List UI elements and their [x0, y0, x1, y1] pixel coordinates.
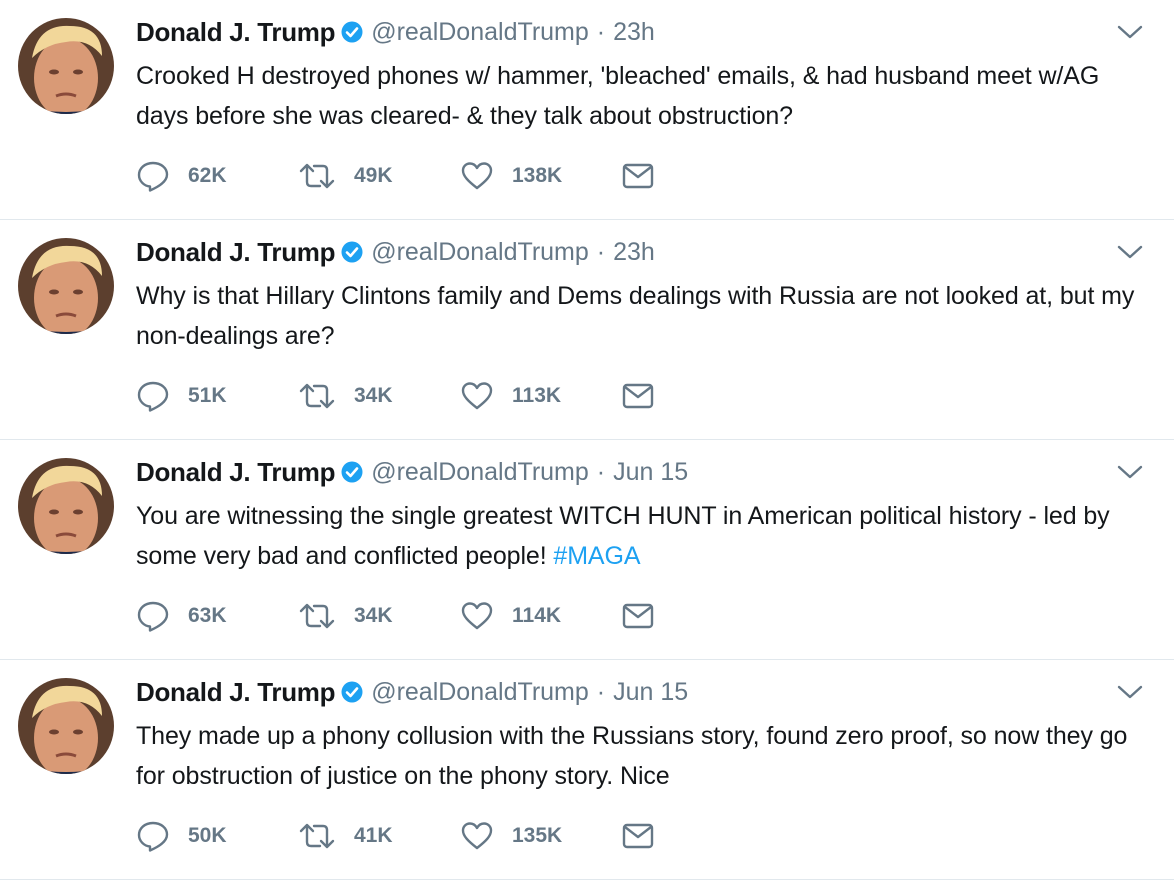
tweet-text: Why is that Hillary Clintons family and … [136, 276, 1156, 356]
reply-count: 62K [188, 164, 227, 187]
timestamp[interactable]: Jun 15 [613, 458, 688, 487]
reply-icon [136, 600, 170, 632]
separator: · [596, 237, 606, 266]
avatar[interactable] [18, 18, 114, 114]
like-button[interactable]: 113K [460, 381, 622, 411]
tweet-actions: 62K 49K 138K [136, 158, 654, 194]
direct-message-button[interactable] [622, 603, 654, 629]
direct-message-button[interactable] [622, 383, 654, 409]
like-count: 138K [512, 164, 563, 187]
separator: · [596, 457, 606, 486]
retweet-count: 49K [354, 164, 393, 187]
tweet-text: Crooked H destroyed phones w/ hammer, 'b… [136, 56, 1156, 136]
like-icon [460, 601, 494, 631]
author-handle[interactable]: @realDonaldTrump [371, 458, 589, 487]
like-button[interactable]: 138K [460, 161, 622, 191]
author-name[interactable]: Donald J. Trump [136, 457, 335, 488]
reply-icon [136, 380, 170, 412]
tweet-text: They made up a phony collusion with the … [136, 716, 1156, 796]
reply-button[interactable]: 63K [136, 600, 298, 632]
author-handle[interactable]: @realDonaldTrump [371, 678, 589, 707]
retweet-icon [298, 161, 336, 191]
reply-count: 51K [188, 384, 227, 407]
caret-down-icon[interactable] [1116, 462, 1144, 482]
like-icon [460, 381, 494, 411]
tweet-body: Crooked H destroyed phones w/ hammer, 'b… [136, 62, 1100, 130]
tweet[interactable]: Donald J. Trump @realDonaldTrump · 23h C… [0, 0, 1174, 220]
tweet-timeline: Donald J. Trump @realDonaldTrump · 23h C… [0, 0, 1174, 884]
like-icon [460, 821, 494, 851]
like-count: 114K [512, 604, 562, 627]
author-name[interactable]: Donald J. Trump [136, 677, 335, 708]
author-name[interactable]: Donald J. Trump [136, 237, 335, 268]
retweet-count: 34K [354, 604, 393, 627]
retweet-count: 41K [354, 824, 393, 847]
tweet-body: They made up a phony collusion with the … [136, 722, 1128, 790]
direct-message-icon [622, 603, 654, 629]
tweet-header: Donald J. Trump @realDonaldTrump · Jun 1… [136, 454, 688, 490]
tweet-header: Donald J. Trump @realDonaldTrump · 23h [136, 234, 655, 270]
reply-count: 63K [188, 604, 227, 627]
retweet-icon [298, 821, 336, 851]
like-count: 113K [512, 384, 562, 407]
timestamp[interactable]: Jun 15 [613, 678, 688, 707]
direct-message-icon [622, 823, 654, 849]
tweet-header: Donald J. Trump @realDonaldTrump · 23h [136, 14, 655, 50]
reply-icon [136, 820, 170, 852]
direct-message-button[interactable] [622, 163, 654, 189]
like-button[interactable]: 135K [460, 821, 622, 851]
tweet-actions: 51K 34K 113K [136, 378, 654, 414]
reply-button[interactable]: 50K [136, 820, 298, 852]
tweet-actions: 63K 34K 114K [136, 598, 654, 634]
tweet-text: You are witnessing the single greatest W… [136, 496, 1156, 576]
tweet-header: Donald J. Trump @realDonaldTrump · Jun 1… [136, 674, 688, 710]
caret-down-icon[interactable] [1116, 682, 1144, 702]
tweet[interactable]: Donald J. Trump @realDonaldTrump · 23h W… [0, 220, 1174, 440]
like-count: 135K [512, 824, 563, 847]
timestamp[interactable]: 23h [613, 238, 655, 267]
caret-down-icon[interactable] [1116, 242, 1144, 262]
reply-button[interactable]: 51K [136, 380, 298, 412]
direct-message-icon [622, 163, 654, 189]
avatar[interactable] [18, 458, 114, 554]
retweet-button[interactable]: 34K [298, 381, 460, 411]
like-button[interactable]: 114K [460, 601, 622, 631]
tweet[interactable]: Donald J. Trump @realDonaldTrump · Jun 1… [0, 440, 1174, 660]
like-icon [460, 161, 494, 191]
caret-down-icon[interactable] [1116, 22, 1144, 42]
retweet-button[interactable]: 41K [298, 821, 460, 851]
reply-button[interactable]: 62K [136, 160, 298, 192]
retweet-button[interactable]: 34K [298, 601, 460, 631]
verified-badge-icon [341, 21, 363, 43]
direct-message-button[interactable] [622, 823, 654, 849]
timestamp[interactable]: 23h [613, 18, 655, 47]
separator: · [596, 17, 606, 46]
retweet-icon [298, 601, 336, 631]
separator: · [596, 677, 606, 706]
author-handle[interactable]: @realDonaldTrump [371, 238, 589, 267]
direct-message-icon [622, 383, 654, 409]
tweet[interactable]: Donald J. Trump @realDonaldTrump · Jun 1… [0, 660, 1174, 880]
verified-badge-icon [341, 461, 363, 483]
verified-badge-icon [341, 241, 363, 263]
tweet-body: Why is that Hillary Clintons family and … [136, 282, 1135, 350]
hashtag-link[interactable]: #MAGA [553, 542, 640, 570]
author-name[interactable]: Donald J. Trump [136, 17, 335, 48]
tweet-actions: 50K 41K 135K [136, 818, 654, 854]
avatar[interactable] [18, 238, 114, 334]
retweet-count: 34K [354, 384, 393, 407]
retweet-icon [298, 381, 336, 411]
verified-badge-icon [341, 681, 363, 703]
author-handle[interactable]: @realDonaldTrump [371, 18, 589, 47]
retweet-button[interactable]: 49K [298, 161, 460, 191]
reply-count: 50K [188, 824, 227, 847]
avatar[interactable] [18, 678, 114, 774]
reply-icon [136, 160, 170, 192]
